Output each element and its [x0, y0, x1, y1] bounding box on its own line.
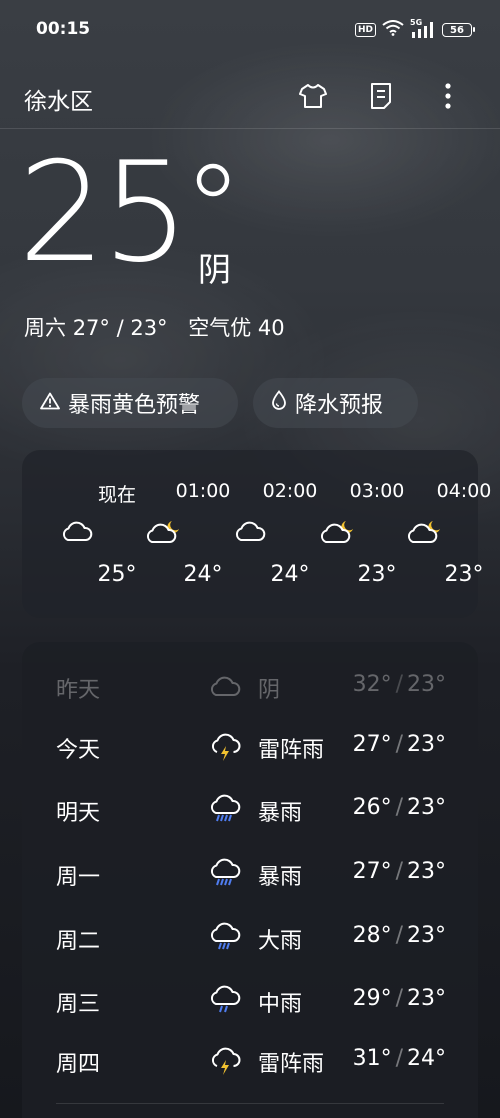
day-low: 23° — [407, 923, 446, 948]
day-high: 27° — [352, 859, 392, 884]
status-time: 00:15 — [36, 19, 91, 39]
day-low: 24° — [407, 1046, 446, 1071]
day-temps: 26°/23° — [352, 795, 446, 820]
cellular-signal-icon: 5G — [410, 18, 436, 39]
day-temps: 32°/23° — [352, 672, 446, 697]
precip-label: 降水预报 — [295, 393, 384, 418]
cloud-icon — [232, 518, 268, 546]
day-condition: 暴雨 — [258, 865, 303, 890]
day-temps: 29°/23° — [352, 986, 446, 1011]
hourly-forecast-card[interactable]: 现在 25° 01:00 24° 02:00 24° 03:00 23° 04:… — [22, 450, 491, 618]
day-high: 29° — [352, 986, 392, 1011]
day-low: 23° — [407, 732, 446, 757]
daily-forecast-card: 昨天 阴 32°/23° 今天 雷阵雨 27°/23° 明天 暴雨 26° / … — [22, 642, 478, 1118]
hd-badge: HD — [354, 23, 376, 37]
day-name: 周一 — [56, 865, 101, 890]
warning-icon — [40, 391, 60, 416]
day-name: 周四 — [56, 1052, 101, 1077]
thunderstorm-icon — [208, 730, 242, 762]
day-name: 周二 — [56, 929, 101, 954]
cloud-icon — [59, 518, 95, 546]
today-summary: 周六 27° / 23° 空气优 40 — [24, 312, 285, 342]
daily-row-today[interactable]: 今天 雷阵雨 27°/23° — [22, 716, 478, 776]
hourly-item: 02:00 24° — [210, 450, 317, 618]
summary-day: 周六 — [24, 316, 66, 340]
hourly-item: 04:00 23° — [384, 450, 491, 618]
day-temps: 27°/23° — [352, 732, 446, 757]
shirt-icon[interactable] — [297, 80, 329, 112]
day-temps: 27°/23° — [352, 859, 446, 884]
day-condition: 大雨 — [258, 929, 303, 954]
day-high: 31° — [352, 1046, 392, 1071]
rain-icon — [208, 921, 242, 953]
document-icon[interactable] — [365, 80, 397, 112]
day-temps: 31°/24° — [352, 1046, 446, 1071]
day-high: 32° — [352, 672, 392, 697]
day-name: 周三 — [56, 992, 101, 1017]
cloud-moon-icon — [406, 518, 442, 546]
battery-icon: 56 — [442, 23, 475, 37]
heavy-rain-icon — [208, 793, 242, 825]
air-quality[interactable]: 空气优 40 — [188, 316, 284, 340]
precipitation-forecast-button[interactable]: 降水预报 — [253, 378, 418, 428]
day-name: 明天 — [56, 801, 101, 826]
day-low: 23° — [407, 986, 446, 1011]
hour-temp: 23° — [444, 562, 484, 587]
wifi-icon — [382, 20, 404, 40]
day-high: 27° — [352, 732, 392, 757]
day-name: 昨天 — [56, 678, 101, 703]
cloud-icon — [208, 670, 242, 702]
summary-high-low: 27° / 23° — [72, 316, 168, 340]
day-temps: 28°/23° — [352, 923, 446, 948]
hourly-item: 01:00 24° — [123, 450, 230, 618]
day-condition: 雷阵雨 — [258, 738, 325, 763]
current-condition: 阴 — [198, 250, 231, 289]
cloud-moon-icon — [319, 518, 355, 546]
day-condition: 雷阵雨 — [258, 1052, 325, 1077]
daily-row-wednesday[interactable]: 周三 中雨 29°/23° — [22, 970, 478, 1030]
hourly-item: 03:00 23° — [297, 450, 404, 618]
degree-symbol-icon — [193, 160, 233, 200]
more-vertical-icon[interactable] — [432, 80, 464, 112]
heavy-rain-icon — [208, 857, 242, 889]
status-bar: 00:15 HD 5G 56 — [0, 0, 500, 60]
location-title[interactable]: 徐水区 — [24, 82, 93, 116]
day-condition: 暴雨 — [258, 801, 303, 826]
daily-divider — [56, 1103, 444, 1104]
day-condition: 中雨 — [258, 992, 303, 1017]
day-low: 23° — [407, 859, 446, 884]
daily-row-monday[interactable]: 周一 暴雨 27°/23° — [22, 843, 478, 903]
thunderstorm-icon — [208, 1044, 242, 1076]
daily-row-tuesday[interactable]: 周二 大雨 28°/23° — [22, 907, 478, 967]
daily-row-tomorrow[interactable]: 明天 暴雨 26°/23° — [22, 779, 478, 839]
daily-row-thursday[interactable]: 周四 雷阵雨 31°/24° — [22, 1030, 478, 1090]
day-high: 26° — [352, 795, 392, 820]
day-low: 23° — [407, 672, 446, 697]
current-temperature: 25 — [18, 132, 190, 293]
hour-time: 04:00 — [436, 480, 492, 502]
app-header: 徐水区 — [0, 70, 500, 126]
hourly-item: 现在 25° — [37, 450, 137, 618]
warning-label: 暴雨黄色预警 — [68, 393, 201, 418]
daily-row-yesterday[interactable]: 昨天 阴 32°/23° — [22, 656, 478, 716]
header-divider — [0, 128, 500, 129]
battery-level: 56 — [450, 24, 464, 36]
rain-icon — [208, 984, 242, 1016]
day-high: 28° — [352, 923, 392, 948]
day-low: 23° — [407, 795, 446, 820]
weather-warning-button[interactable]: 暴雨黄色预警 — [22, 378, 238, 428]
day-name: 今天 — [56, 738, 101, 763]
raindrop-icon — [271, 390, 287, 416]
cloud-moon-icon — [145, 518, 181, 546]
status-indicators: HD 5G 56 — [354, 18, 475, 40]
day-condition: 阴 — [258, 678, 281, 703]
